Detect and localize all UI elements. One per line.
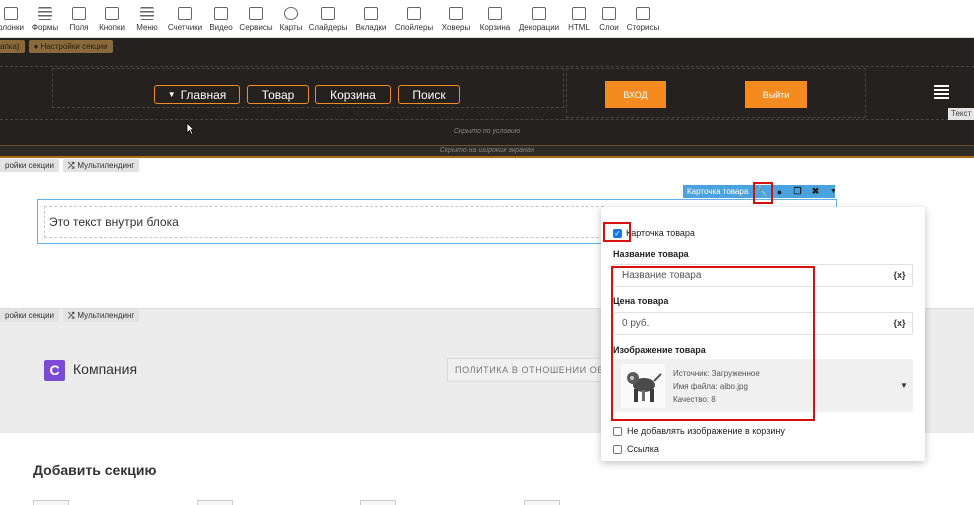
toolbar-item-tabs[interactable]: Вкладки bbox=[350, 0, 392, 38]
services-icon bbox=[249, 7, 263, 20]
toolbar-item-buttons[interactable]: Кнопки bbox=[94, 0, 130, 38]
caret-down-icon: ▼ bbox=[167, 90, 176, 99]
toolbar-item-cart[interactable]: Корзина bbox=[476, 0, 514, 38]
section-template-thumb[interactable] bbox=[360, 500, 396, 505]
stories-icon bbox=[636, 7, 650, 20]
text-element-tab[interactable]: Текст bbox=[948, 108, 974, 120]
toolbar-item-columns[interactable]: олонки bbox=[0, 0, 26, 38]
footer-multilanding-tag[interactable]: ⤮ Мультилендинг bbox=[63, 309, 140, 322]
close-icon[interactable]: ✖ bbox=[810, 186, 821, 197]
toolbar-item-services[interactable]: Сервисы bbox=[236, 0, 276, 38]
logout-button[interactable]: Выйти bbox=[745, 81, 807, 108]
product-name-label: Название товара bbox=[613, 249, 689, 259]
toolbar-item-forms[interactable]: Формы bbox=[26, 0, 64, 38]
map-pin-icon bbox=[284, 7, 298, 20]
shuffle-icon: ⤮ bbox=[68, 161, 75, 170]
hidden-on-wide-label: Скрыто на широких экранах bbox=[439, 147, 535, 154]
spoilers-icon bbox=[407, 7, 421, 20]
counters-icon bbox=[178, 7, 192, 20]
company-logo[interactable]: C bbox=[44, 360, 65, 381]
variable-button[interactable]: {x} bbox=[891, 268, 908, 283]
section-template-thumb[interactable] bbox=[524, 500, 560, 505]
multilanding-tag[interactable]: ⤮ Мультилендинг bbox=[63, 159, 140, 172]
toolbar-item-fields[interactable]: Поля bbox=[64, 0, 94, 38]
section-template-thumb[interactable] bbox=[197, 500, 233, 505]
section-template-thumb[interactable] bbox=[33, 500, 69, 505]
hidden-by-condition-label: Скрыто по условию bbox=[453, 128, 521, 135]
widget-toolbar: олонки Формы Поля Кнопки Меню Счетчики В… bbox=[0, 0, 974, 38]
layers-icon bbox=[602, 7, 616, 20]
video-icon bbox=[214, 7, 228, 20]
chevron-down-icon[interactable]: ▼ bbox=[828, 188, 839, 195]
hover-icon bbox=[449, 7, 463, 20]
text-block-content[interactable]: Это текст внутри блока bbox=[44, 206, 604, 238]
add-section-heading: Добавить секцию bbox=[33, 462, 157, 478]
toolbar-item-map[interactable]: Карты bbox=[276, 0, 306, 38]
product-card-checkbox-label: Карточка товара bbox=[626, 228, 695, 238]
code-icon bbox=[572, 7, 586, 20]
company-name: Компания bbox=[73, 361, 138, 377]
highlight-fields bbox=[611, 266, 815, 421]
nav-item-product[interactable]: Товар bbox=[247, 85, 309, 104]
toolbar-item-layers[interactable]: Слои bbox=[594, 0, 624, 38]
toolbar-item-sliders[interactable]: Слайдеры bbox=[306, 0, 350, 38]
forms-icon bbox=[38, 7, 52, 20]
toolbar-item-stories[interactable]: Сторисы bbox=[624, 0, 662, 38]
no-cart-image-label: Не добавлять изображение в корзину bbox=[627, 426, 785, 436]
menu-icon bbox=[140, 7, 154, 20]
section-divider bbox=[0, 156, 974, 158]
buttons-icon bbox=[105, 7, 119, 20]
section-tag-partial[interactable]: апка) bbox=[0, 40, 25, 53]
nav-item-cart[interactable]: Корзина bbox=[315, 85, 391, 104]
header-section-tags: апка) ● Настройки секции bbox=[0, 40, 113, 54]
link-checkbox[interactable] bbox=[613, 445, 622, 454]
toolbar-item-video[interactable]: Видео bbox=[206, 0, 236, 38]
section-settings-tag-2[interactable]: ройки секции bbox=[0, 159, 60, 172]
highlight-checkbox bbox=[603, 222, 631, 242]
toolbar-item-hovers[interactable]: Ховеры bbox=[436, 0, 476, 38]
copy-icon[interactable]: ❐ bbox=[792, 186, 803, 197]
login-button[interactable]: ВХОД bbox=[605, 81, 666, 108]
toolbar-item-html[interactable]: HTML bbox=[564, 0, 594, 38]
editor-root: олонки Формы Поля Кнопки Меню Счетчики В… bbox=[0, 0, 974, 505]
toolbar-item-menu[interactable]: Меню bbox=[130, 0, 164, 38]
nav-item-search[interactable]: Поиск bbox=[398, 85, 460, 104]
no-cart-image-checkbox[interactable] bbox=[613, 427, 622, 436]
decorations-icon bbox=[532, 7, 546, 20]
link-label: Ссылка bbox=[627, 444, 659, 454]
nav-item-home[interactable]: ▼ Главная bbox=[154, 85, 240, 104]
chevron-down-icon[interactable]: ▼ bbox=[900, 381, 908, 390]
footer-section-settings-tag[interactable]: ройки секции bbox=[0, 309, 60, 322]
toolbar-item-decorations[interactable]: Декорации bbox=[514, 0, 564, 38]
sliders-icon bbox=[321, 7, 335, 20]
variable-button[interactable]: {x} bbox=[891, 316, 908, 331]
toolbar-item-spoilers[interactable]: Спойлеры bbox=[392, 0, 436, 38]
privacy-policy-link[interactable]: ПОЛИТИКА В ОТНОШЕНИИ ОБ bbox=[447, 358, 607, 382]
tabs-icon bbox=[364, 7, 378, 20]
drop-icon[interactable]: ● bbox=[774, 187, 785, 197]
shuffle-icon: ⤮ bbox=[68, 311, 75, 320]
hamburger-menu-icon[interactable] bbox=[934, 85, 949, 99]
highlight-wrench bbox=[753, 182, 773, 204]
section-settings-tag[interactable]: ● Настройки секции bbox=[28, 40, 113, 53]
toolbar-item-counters[interactable]: Счетчики bbox=[164, 0, 206, 38]
columns-icon bbox=[4, 7, 18, 20]
cart-icon bbox=[488, 7, 502, 20]
fields-icon bbox=[72, 7, 86, 20]
